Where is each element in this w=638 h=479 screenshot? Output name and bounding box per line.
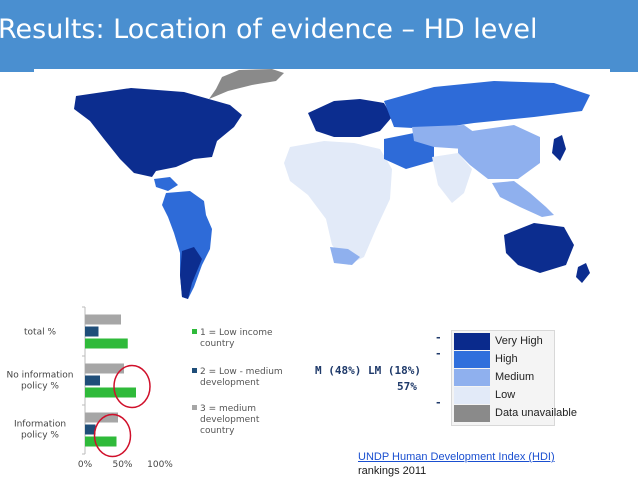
world-hdi-map — [34, 69, 610, 301]
chart-x-tick-label: 100% — [147, 460, 173, 470]
hdi-key-row: High — [454, 351, 554, 368]
chart-legend-label: development — [200, 378, 260, 388]
chart-legend-swatch — [192, 405, 197, 410]
chart-gridlines — [82, 306, 86, 455]
chart-bar — [85, 314, 121, 325]
chart-x-tick-label: 50% — [112, 460, 132, 470]
chart-bar — [85, 436, 117, 447]
chart-legend-label: 1 = Low income — [200, 328, 273, 338]
hdi-label-low: Low — [495, 389, 516, 401]
hdi-swatch-medium — [454, 369, 490, 386]
stat-line-5: - — [435, 396, 442, 409]
chart-category-label: Information — [14, 420, 66, 430]
chart-legend-label: country — [200, 339, 235, 349]
stat-line-4: 57% — [397, 380, 417, 393]
evidence-bar-chart: 0% 50% 100% total %No informationpolicy %I… — [6, 306, 283, 470]
chart-legend-swatch — [192, 329, 197, 334]
chart-legend-label: country — [200, 426, 235, 436]
chart-category-label: total % — [24, 328, 56, 338]
hdi-source-link[interactable]: UNDP Human Development Index (HDI) — [358, 451, 555, 463]
slide-header: Results: Location of evidence – HD level — [0, 0, 638, 72]
chart-bar — [85, 338, 128, 349]
slide-title: Results: Location of evidence – HD level — [0, 14, 538, 45]
stat-line-3: M (48%) LM (18%) — [315, 364, 421, 377]
chart-category-label: policy % — [21, 382, 59, 392]
hdi-key-row: Medium — [454, 369, 554, 386]
hdi-source-year: rankings 2011 — [358, 465, 427, 477]
chart-bar — [85, 375, 100, 386]
chart-legend: 1 = Low incomecountry2 = Low - mediumdev… — [192, 328, 283, 436]
chart-bar — [85, 326, 99, 337]
hdi-swatch-very-high — [454, 333, 490, 350]
hdi-key-row: Very High — [454, 333, 554, 350]
chart-legend-label: development — [200, 415, 260, 425]
chart-x-tick-labels: 0% 50% 100% — [78, 460, 173, 470]
chart-legend-label: 2 = Low - medium — [200, 367, 283, 377]
hdi-label-data-unavailable: Data unavailable — [495, 407, 577, 419]
chart-category-label: No information — [6, 371, 73, 381]
hdi-swatch-low — [454, 387, 490, 404]
chart-legend-swatch — [192, 368, 197, 373]
hdi-key-row: Low — [454, 387, 554, 404]
hdi-swatch-data-unavailable — [454, 405, 490, 422]
stat-line-2: - — [435, 347, 442, 360]
chart-bar — [85, 387, 136, 398]
chart-highlight-circle — [113, 364, 151, 409]
hdi-label-very-high: Very High — [495, 335, 543, 347]
hdi-key-row: Data unavailable — [454, 405, 577, 422]
stat-line-1: - — [435, 331, 442, 344]
chart-category-label: policy % — [21, 431, 59, 441]
chart-x-tick-label: 0% — [78, 460, 93, 470]
hdi-color-key: Very High High Medium Low Data unavailab… — [451, 330, 577, 426]
chart-legend-label: 3 = medium — [200, 404, 256, 414]
hdi-swatch-high — [454, 351, 490, 368]
hdi-label-high: High — [495, 353, 518, 365]
chart-category-labels: total %No informationpolicy %Information… — [6, 328, 73, 441]
hdi-label-medium: Medium — [495, 371, 535, 383]
